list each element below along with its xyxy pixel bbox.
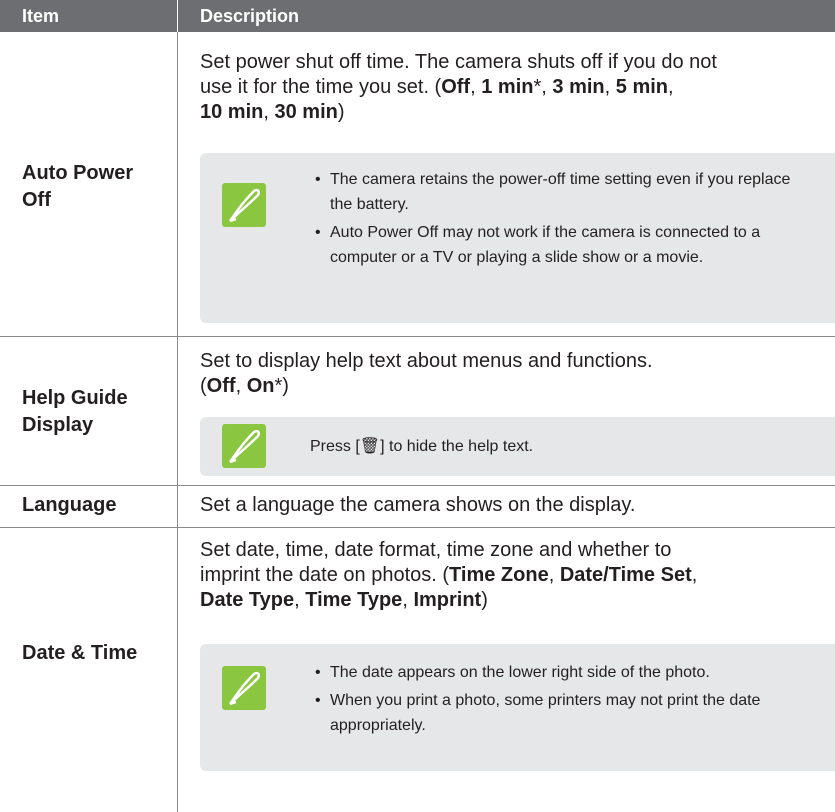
note-box: Press [🗑] to hide the help text. (200, 417, 835, 476)
item-description: Set to display help text about menus and… (200, 349, 823, 399)
option-date-time-set: Date/Time Set (559, 564, 692, 586)
text: use it for the time you set. ( (200, 76, 442, 98)
option-1min: 1 min (481, 76, 534, 98)
column-divider (177, 337, 178, 485)
note-box: • The camera retains the power-off time s… (200, 153, 835, 323)
bullet-icon: • (315, 171, 321, 188)
list-item: • When you print a photo, some printers m… (315, 688, 815, 738)
option-30min: 30 min (274, 101, 338, 123)
trash-icon: 🗑 (359, 438, 381, 455)
default-marker: * (533, 76, 542, 98)
note-text: Auto Power Off may not work if the camer… (330, 224, 761, 266)
pen-nib-note-icon (222, 424, 266, 468)
header-divider (177, 0, 178, 32)
table-row: Date & Time Set date, time, date format,… (0, 528, 835, 812)
item-name: Auto Power Off (22, 160, 133, 214)
item-name-line: Auto Power (22, 162, 134, 184)
description-line: imprint the date on photos. (Time Zone, … (200, 564, 698, 586)
item-name-line: Help Guide (22, 387, 128, 409)
item-description: Set power shut off time. The camera shut… (200, 50, 823, 125)
table-row: Help Guide Display Set to display help t… (0, 337, 835, 486)
text: imprint the date on photos. ( (200, 564, 450, 586)
column-divider (177, 32, 178, 336)
note-text: The camera retains the power-off time se… (330, 171, 791, 213)
option-10min: 10 min (200, 101, 264, 123)
note-box: • The date appears on the lower right sid… (200, 644, 835, 771)
option-date-type: Date Type (200, 589, 295, 611)
text: *) (274, 375, 289, 397)
item-name: Help Guide Display (22, 385, 128, 439)
option-imprint: Imprint (413, 589, 482, 611)
text: ) (481, 589, 488, 611)
list-item: • The date appears on the lower right sid… (315, 660, 815, 685)
bullet-icon: • (315, 224, 321, 241)
column-divider (177, 528, 178, 812)
option-on: On (246, 375, 275, 397)
table-row: Auto Power Off Set power shut off time. … (0, 32, 835, 337)
description-line: (Off, On*) (200, 375, 289, 397)
option-time-type: Time Type (305, 589, 403, 611)
bullet-icon: • (315, 692, 321, 709)
description-line: Set to display help text about menus and… (200, 350, 653, 372)
description-line: use it for the time you set. (Off, 1 min… (200, 76, 674, 98)
pen-nib-note-icon (222, 183, 266, 227)
text: ) (337, 101, 345, 123)
header-item: Item (22, 6, 60, 26)
item-name-line: Off (22, 189, 51, 211)
header-description: Description (200, 6, 300, 26)
list-item: • The camera retains the power-off time s… (315, 167, 815, 217)
description-line: 10 min, 30 min) (200, 101, 345, 123)
item-description: Set a language the camera shows on the d… (200, 494, 636, 516)
note-text: When you print a photo, some printers ma… (330, 692, 761, 734)
option-off: Off (441, 76, 471, 98)
item-name-line: Display (22, 414, 94, 436)
text: Press [ (310, 438, 360, 455)
description-line: Date Type, Time Type, Imprint) (200, 589, 488, 611)
item-name: Date & Time (22, 642, 138, 664)
note-list: • The date appears on the lower right sid… (315, 660, 815, 741)
note-text: Press [🗑] to hide the help text. (310, 434, 533, 459)
note-list: • The camera retains the power-off time s… (315, 167, 815, 273)
item-description: Set date, time, date format, time zone a… (200, 538, 823, 613)
table-row: Language Set a language the camera shows… (0, 486, 835, 528)
note-text: The date appears on the lower right side… (330, 664, 710, 681)
table-header: Item Description (0, 0, 835, 32)
option-5min: 5 min (615, 76, 669, 98)
option-time-zone: Time Zone (449, 564, 549, 586)
option-3min: 3 min (552, 76, 605, 98)
description-line: Set date, time, date format, time zone a… (200, 539, 672, 561)
column-divider (177, 486, 178, 527)
bullet-icon: • (315, 664, 321, 681)
option-off: Off (206, 375, 236, 397)
pen-nib-note-icon (222, 666, 266, 710)
list-item: • Auto Power Off may not work if the came… (315, 220, 815, 270)
item-name: Language (22, 494, 117, 516)
text: ( (200, 375, 207, 397)
description-line: Set power shut off time. The camera shut… (200, 51, 717, 73)
text: ] to hide the help text. (380, 438, 534, 455)
